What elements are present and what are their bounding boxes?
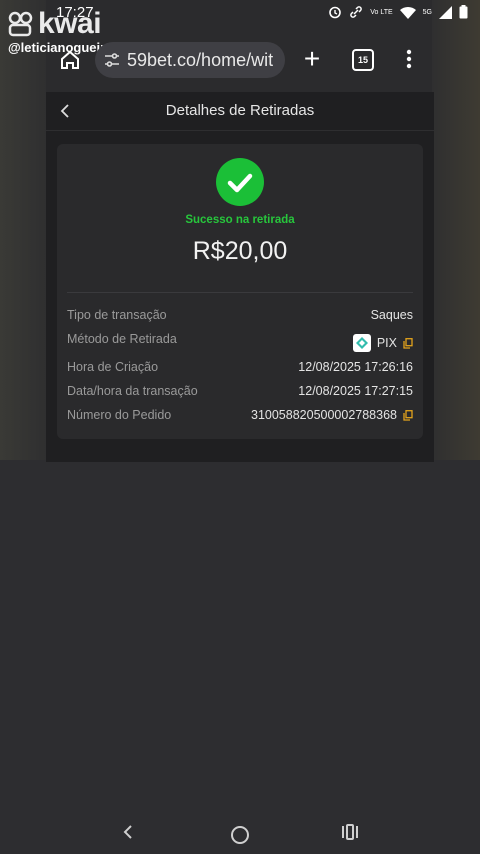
method-value: PIX [376,336,397,350]
tab-switcher-button[interactable]: 15 [352,49,374,71]
url-text[interactable]: 59bet.co/home/wit [127,50,273,71]
wifi-icon [399,6,416,19]
system-nav-bar [0,810,480,854]
page-title: Detalhes de Retiradas [165,102,315,119]
success-check-icon [216,158,264,206]
link-icon [349,5,363,19]
recents-icon [342,824,358,840]
withdrawal-status: Sucesso na retirada [185,214,295,226]
detail-value: PIX [352,334,413,352]
chevron-left-icon [123,825,132,839]
browser-home-button[interactable] [58,48,82,72]
alarm-icon [328,5,342,19]
copy-icon[interactable] [403,409,413,421]
detail-value: 12/08/2025 17:27:15 [298,384,413,398]
detail-row-created-at: Hora de Criação 12/08/2025 17:26:16 [67,358,413,378]
detail-row-withdrawal-method: Método de Retirada PIX [67,330,413,352]
detail-label: Tipo de transação [67,308,167,322]
signal-icon [439,5,452,19]
background-lower [0,460,480,854]
detail-label: Método de Retirada [67,332,177,346]
detail-row-transaction-datetime: Data/hora da transação 12/08/2025 17:27:… [67,382,413,402]
detail-label: Data/hora da transação [67,384,198,398]
detail-value: 310058820500002788368 [251,408,413,422]
new-tab-button[interactable]: + [298,44,326,74]
withdrawal-amount: R$20,00 [192,237,288,265]
site-settings-icon[interactable] [103,51,121,69]
detail-value: 12/08/2025 17:26:16 [298,360,413,374]
plus-icon: + [303,43,321,74]
more-vert-icon [406,49,412,69]
detail-row-order-number: Número do Pedido 310058820500002788368 [67,406,413,426]
detail-row-transaction-type: Tipo de transação Saques [67,306,413,326]
withdrawal-details-page: Detalhes de Retiradas Sucesso na retirad… [46,92,434,462]
withdrawal-card: Sucesso na retirada R$20,00 Tipo de tran… [57,144,423,439]
browser-menu-button[interactable] [402,48,416,70]
detail-label: Número do Pedido [67,408,172,422]
network-type: 5G [422,8,432,16]
detail-value: Saques [370,308,413,322]
kwai-logo-icon [8,11,33,37]
home-icon [61,50,79,69]
background-blur-left [0,0,46,470]
detail-label: Hora de Criação [67,360,159,374]
nav-recents-button[interactable] [340,824,360,840]
page-header: Detalhes de Retiradas [46,92,434,131]
address-bar[interactable]: 59bet.co/home/wit [95,42,285,78]
kwai-brand-text: kwai [38,7,102,40]
nav-back-button[interactable] [120,824,136,840]
kwai-watermark: kwai [8,7,102,41]
pix-icon [352,334,371,352]
order-number: 310058820500002788368 [251,408,397,422]
nav-home-button[interactable] [231,826,249,844]
volte-indicator: Vo LTE [370,8,393,16]
battery-icon [459,5,468,19]
copy-icon[interactable] [403,337,413,349]
background-blur-right [432,0,480,470]
status-icons: Vo LTE 5G [328,5,468,19]
divider [67,292,413,293]
